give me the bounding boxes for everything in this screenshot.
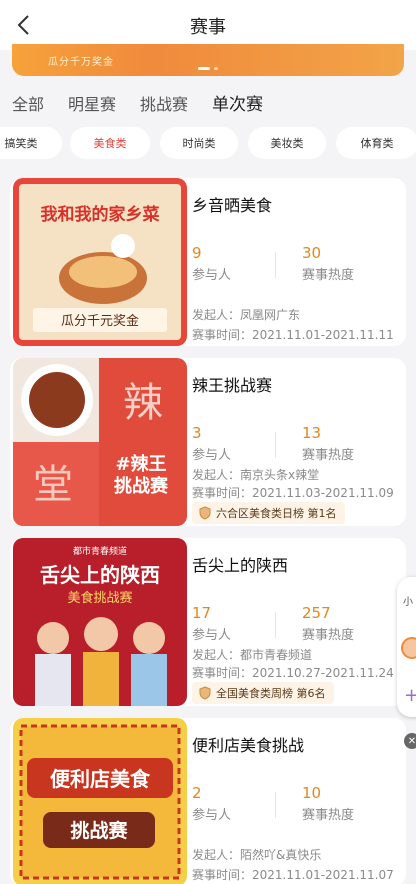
banner-text: 瓜分千万奖金 (48, 57, 114, 68)
participants-count: 17 (192, 604, 212, 622)
event-card[interactable]: 辣 堂 #辣王 挑战赛 辣王挑战赛 3 参与人 13 赛事热度 发起人：南京头条… (10, 358, 406, 526)
side-label: 小 (403, 597, 413, 608)
close-icon[interactable]: ✕ (404, 733, 416, 749)
heat-label: 赛事热度 (302, 268, 355, 283)
thumb-text: 便利店美食 (50, 767, 151, 791)
medal-icon (199, 686, 211, 700)
participants-stat: 9 参与人 (192, 244, 231, 283)
promo-banner[interactable]: 瓜分千万奖金 (12, 44, 404, 76)
chip-sports[interactable]: 体育类 (336, 127, 416, 159)
thumb-text: 挑战赛 (70, 819, 128, 842)
event-title: 舌尖上的陕西 (192, 556, 289, 575)
tab-star[interactable]: 明星赛 (56, 92, 128, 120)
participants-count: 9 (192, 244, 202, 262)
thumb-text: 舌尖上的陕西 (40, 563, 160, 587)
filter-chips: 搞笑类 美食类 时尚类 美妆类 体育类 (0, 127, 416, 159)
floating-side-widget[interactable]: 小 + (397, 577, 416, 717)
heat-stat: 13 赛事热度 (302, 424, 354, 463)
heat-value: 30 (302, 244, 322, 262)
heat-value: 13 (302, 424, 322, 442)
heat-label: 赛事热度 (302, 808, 355, 823)
thumb-text: 辣 (123, 380, 163, 426)
event-thumbnail: 我和我的家乡菜 瓜分千元奖金 (13, 178, 187, 346)
thumb-text: 我和我的家乡菜 (41, 204, 161, 225)
carousel-indicator (198, 67, 218, 70)
thumb-text: #辣王 (115, 453, 166, 475)
participants-count: 3 (192, 424, 202, 442)
participants-label: 参与人 (192, 448, 232, 463)
heat-stat: 30 赛事热度 (302, 244, 354, 283)
divider (275, 792, 276, 818)
medal-icon (199, 506, 211, 520)
event-card[interactable]: 便利店美食 挑战赛 便利店美食挑战 2 参与人 10 赛事热度 发起人：陌然吖&… (10, 718, 406, 884)
participants-stat: 3 参与人 (192, 424, 231, 463)
participants-stat: 2 参与人 (192, 784, 231, 823)
event-title: 便利店美食挑战 (192, 736, 305, 755)
event-card[interactable]: 都市青春频道 舌尖上的陕西 美食挑战赛 舌尖上的陕西 17 参与人 257 赛事… (10, 538, 406, 706)
participants-stat: 17 参与人 (192, 604, 231, 643)
heat-stat: 257 赛事热度 (302, 604, 354, 643)
event-thumbnail: 辣 堂 #辣王 挑战赛 (13, 358, 187, 526)
plus-icon[interactable]: + (404, 685, 416, 706)
participants-label: 参与人 (192, 268, 232, 283)
event-thumbnail: 都市青春频道 舌尖上的陕西 美食挑战赛 (13, 538, 187, 706)
thumb-text: 美食挑战赛 (67, 590, 132, 606)
heat-label: 赛事热度 (302, 448, 355, 463)
organizer: 发起人：都市青春频道 (192, 648, 313, 662)
page-title: 赛事 (190, 17, 226, 38)
divider (275, 252, 276, 278)
chip-fashion[interactable]: 时尚类 (160, 127, 238, 159)
chip-food[interactable]: 美食类 (70, 127, 150, 159)
tab-challenge[interactable]: 挑战赛 (128, 92, 200, 120)
event-title: 辣王挑战赛 (192, 376, 273, 395)
event-time: 赛事时间：2021.11.01-2021.11.11 (192, 328, 394, 342)
avatar[interactable] (401, 637, 416, 659)
organizer: 发起人：凤凰网广东 (192, 308, 301, 322)
ranking-text: 全国美食类周榜 第6名 (216, 687, 326, 700)
ranking-badge[interactable]: 六合区美食类日榜 第1名 (192, 502, 345, 524)
participants-label: 参与人 (192, 808, 232, 823)
chip-makeup[interactable]: 美妆类 (248, 127, 326, 159)
ranking-text: 六合区美食类日榜 第1名 (216, 507, 337, 520)
participants-label: 参与人 (192, 628, 232, 643)
heat-label: 赛事热度 (302, 628, 355, 643)
event-title: 乡音晒美食 (192, 196, 273, 215)
event-time: 赛事时间：2021.10.27-2021.11.24 (192, 666, 394, 680)
organizer: 发起人：陌然吖&真快乐 (192, 848, 322, 862)
organizer: 发起人：南京头条x辣堂 (192, 468, 320, 482)
event-time: 赛事时间：2021.11.03-2021.11.09 (192, 486, 394, 500)
thumb-text: 堂 (33, 462, 73, 508)
category-tabs: 全部 明星赛 挑战赛 单次赛 (0, 92, 416, 120)
participants-count: 2 (192, 784, 202, 802)
thumb-text: 都市青春频道 (73, 545, 127, 557)
event-thumbnail: 便利店美食 挑战赛 (13, 718, 187, 884)
heat-value: 257 (302, 604, 331, 622)
divider (275, 612, 276, 638)
event-time: 赛事时间：2021.11.01-2021.11.07 (192, 868, 394, 882)
divider (275, 432, 276, 458)
tab-single[interactable]: 单次赛 (200, 92, 275, 120)
ranking-badge[interactable]: 全国美食类周榜 第6名 (192, 682, 334, 704)
event-card[interactable]: 我和我的家乡菜 瓜分千元奖金 乡音晒美食 9 参与人 30 赛事热度 发起人：凤… (10, 178, 406, 346)
thumb-text: 瓜分千元奖金 (61, 313, 139, 329)
heat-value: 10 (302, 784, 322, 802)
tab-all[interactable]: 全部 (0, 92, 56, 120)
heat-stat: 10 赛事热度 (302, 784, 354, 823)
top-bar: 赛事 (0, 0, 416, 50)
thumb-text: 挑战赛 (114, 475, 169, 497)
chip-funny[interactable]: 搞笑类 (0, 127, 62, 159)
